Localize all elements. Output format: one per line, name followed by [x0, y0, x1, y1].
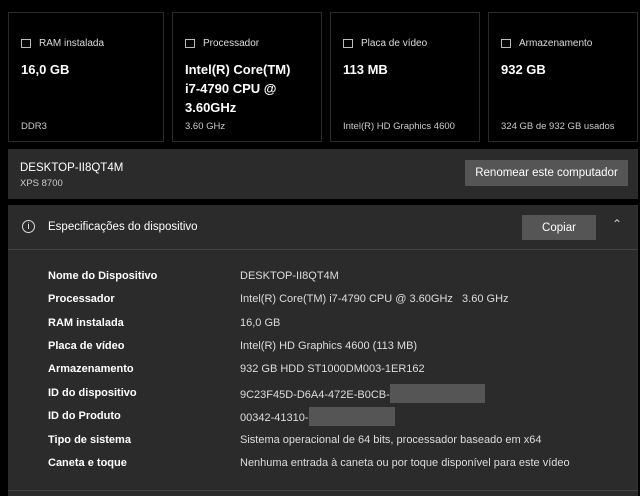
spec-label: RAM instalada	[48, 317, 124, 329]
device-specs-panel: i Especificações do dispositivo Copiar ⌃…	[8, 205, 638, 496]
chevron-up-icon[interactable]: ⌃	[612, 217, 622, 231]
card-storage: Armazenamento 932 GB 324 GB de 932 GB us…	[488, 12, 638, 142]
card-value: Intel(R) Core(TM) i7-4790 CPU @ 3.60GHz	[185, 62, 291, 115]
specs-title: Especificações do dispositivo	[48, 221, 198, 233]
spec-value: Intel(R) Core(TM) i7-4790 CPU @ 3.60GHz …	[240, 293, 509, 305]
card-value: 113 MB	[343, 62, 388, 77]
spec-row: Processador Intel(R) Core(TM) i7-4790 CPU…	[48, 293, 638, 309]
spec-label: ID do Produto	[48, 410, 121, 422]
spec-label: Tipo de sistema	[48, 434, 131, 446]
spec-row: Caneta e toque Nenhuma entrada à caneta o…	[48, 457, 638, 473]
redacted-block	[308, 407, 395, 426]
card-processor: Processador Intel(R) Core(TM) i7-4790 CP…	[172, 12, 322, 142]
info-icon: i	[22, 220, 35, 233]
spec-label: Nome do Dispositivo	[48, 270, 158, 282]
storage-icon	[501, 39, 511, 48]
card-title: Processador	[203, 38, 260, 49]
spec-row: ID do Produto 00342-41310-	[48, 407, 638, 426]
card-title: Armazenamento	[519, 38, 593, 49]
card-title: RAM instalada	[39, 38, 105, 49]
spec-row: ID do dispositivo 9C23F45D-D6A4-472E-B0CB…	[48, 384, 638, 403]
copy-button[interactable]: Copiar	[522, 215, 596, 240]
spec-label: Placa de vídeo	[48, 340, 125, 352]
spec-label: Caneta e toque	[48, 457, 127, 469]
device-name: DESKTOP-II8QT4M	[20, 162, 124, 174]
spec-value: 932 GB HDD ST1000DM003-1ER162	[240, 363, 425, 375]
ram-icon	[21, 39, 31, 48]
spec-label: Processador	[48, 293, 115, 305]
spec-value: 16,0 GB	[240, 317, 281, 329]
spec-row: Nome do Dispositivo DESKTOP-II8QT4M	[48, 270, 638, 286]
spec-value: Intel(R) HD Graphics 4600 (113 MB)	[240, 340, 418, 352]
spec-row: Armazenamento 932 GB HDD ST1000DM003-1ER1…	[48, 363, 638, 379]
spec-row: Tipo de sistema Sistema operacional de 64…	[48, 434, 638, 450]
card-sub: 3.60 GHz	[185, 121, 226, 132]
spec-row: Placa de vídeo Intel(R) HD Graphics 4600 …	[48, 340, 638, 356]
card-title: Placa de vídeo	[361, 38, 428, 49]
gpu-icon	[343, 39, 353, 48]
spec-row: RAM instalada 16,0 GB	[48, 317, 638, 333]
specs-header[interactable]: i Especificações do dispositivo Copiar ⌃	[8, 205, 638, 250]
spec-value: Nenhuma entrada à caneta ou por toque di…	[240, 457, 570, 469]
processor-icon	[185, 39, 195, 48]
device-bar: DESKTOP-II8QT4M XPS 8700 Renomear este c…	[8, 149, 638, 199]
card-gpu: Placa de vídeo 113 MB Intel(R) HD Graphi…	[330, 12, 480, 142]
card-sub: 324 GB de 932 GB usados	[501, 121, 615, 132]
divider	[8, 490, 638, 491]
card-value: 932 GB	[501, 62, 546, 77]
card-ram: RAM instalada 16,0 GB DDR3	[8, 12, 164, 142]
redacted-block	[389, 384, 485, 403]
spec-value: 00342-41310-	[240, 411, 309, 424]
device-model: XPS 8700	[20, 178, 63, 189]
card-value: 16,0 GB	[21, 62, 70, 77]
spec-label: Armazenamento	[48, 363, 134, 375]
spec-value: Sistema operacional de 64 bits, processa…	[240, 434, 542, 446]
spec-value: DESKTOP-II8QT4M	[240, 270, 339, 282]
spec-label: ID do dispositivo	[48, 387, 137, 399]
card-sub: DDR3	[21, 121, 47, 132]
rename-button[interactable]: Renomear este computador	[465, 160, 628, 186]
spec-value: 9C23F45D-D6A4-472E-B0CB-	[240, 388, 390, 401]
card-sub: Intel(R) HD Graphics 4600	[343, 121, 455, 132]
